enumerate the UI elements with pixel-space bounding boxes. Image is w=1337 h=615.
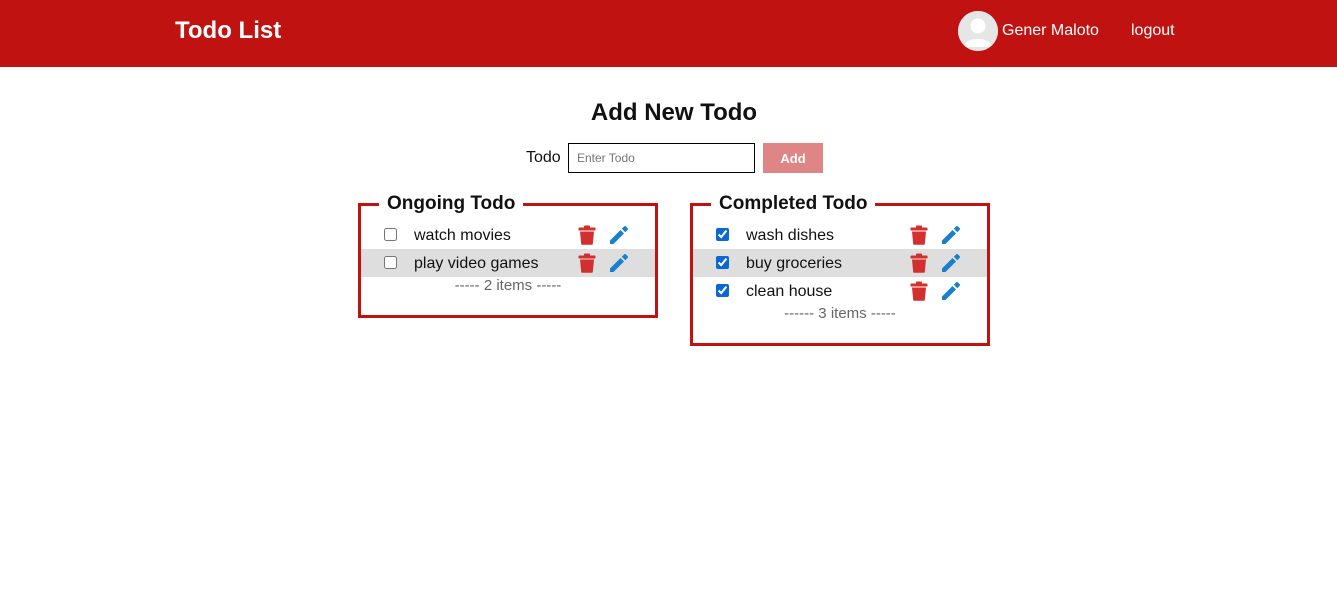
trash-icon[interactable]: [910, 225, 928, 245]
todo-item-text: watch movies: [414, 227, 511, 244]
todo-item-text: buy groceries: [746, 255, 843, 272]
todo-checkbox[interactable]: [716, 284, 729, 297]
ongoing-todo-title: Ongoing Todo: [387, 193, 516, 214]
avatar[interactable]: [958, 11, 998, 51]
todo-checkbox[interactable]: [716, 228, 729, 241]
pencil-icon[interactable]: [608, 224, 630, 246]
completed-todo-list: wash dishes buy groceries clean house: [693, 221, 987, 305]
todo-item: play video games: [361, 249, 655, 277]
completed-item-count: ------ 3 items -----: [784, 305, 896, 322]
ongoing-item-count: ----- 2 items -----: [454, 277, 562, 294]
app-title[interactable]: Todo List: [175, 16, 281, 46]
username: Gener Maloto: [1002, 22, 1099, 39]
completed-todo-panel: Completed Todo wash dishes buy groceries c…: [690, 193, 990, 346]
todo-checkbox[interactable]: [384, 256, 397, 269]
todo-item-text: wash dishes: [746, 227, 835, 244]
pencil-icon[interactable]: [940, 224, 962, 246]
pencil-icon[interactable]: [940, 252, 962, 274]
trash-icon[interactable]: [910, 281, 928, 301]
trash-icon[interactable]: [578, 225, 596, 245]
ongoing-todo-panel: Ongoing Todo watch movies play video game…: [358, 193, 658, 318]
todo-item: clean house: [693, 277, 987, 305]
completed-todo-title: Completed Todo: [719, 193, 868, 214]
todo-item-text: clean house: [746, 283, 833, 300]
pencil-icon[interactable]: [608, 252, 630, 274]
todo-item: buy groceries: [693, 249, 987, 277]
user-avatar-icon: [958, 11, 998, 51]
logout-link[interactable]: logout: [1131, 21, 1175, 41]
todo-input-label: Todo: [526, 149, 561, 166]
todo-checkbox[interactable]: [716, 256, 729, 269]
todo-input[interactable]: [568, 143, 755, 173]
pencil-icon[interactable]: [940, 280, 962, 302]
top-navbar: Todo List Gener Maloto logout: [0, 0, 1337, 67]
add-todo-heading: Add New Todo: [590, 99, 758, 126]
trash-icon[interactable]: [910, 253, 928, 273]
todo-item: wash dishes: [693, 221, 987, 249]
add-button[interactable]: Add: [763, 143, 823, 173]
todo-item: watch movies: [361, 221, 655, 249]
todo-item-text: play video games: [414, 255, 539, 272]
trash-icon[interactable]: [578, 253, 596, 273]
todo-checkbox[interactable]: [384, 228, 397, 241]
ongoing-todo-list: watch movies play video games: [361, 221, 655, 277]
